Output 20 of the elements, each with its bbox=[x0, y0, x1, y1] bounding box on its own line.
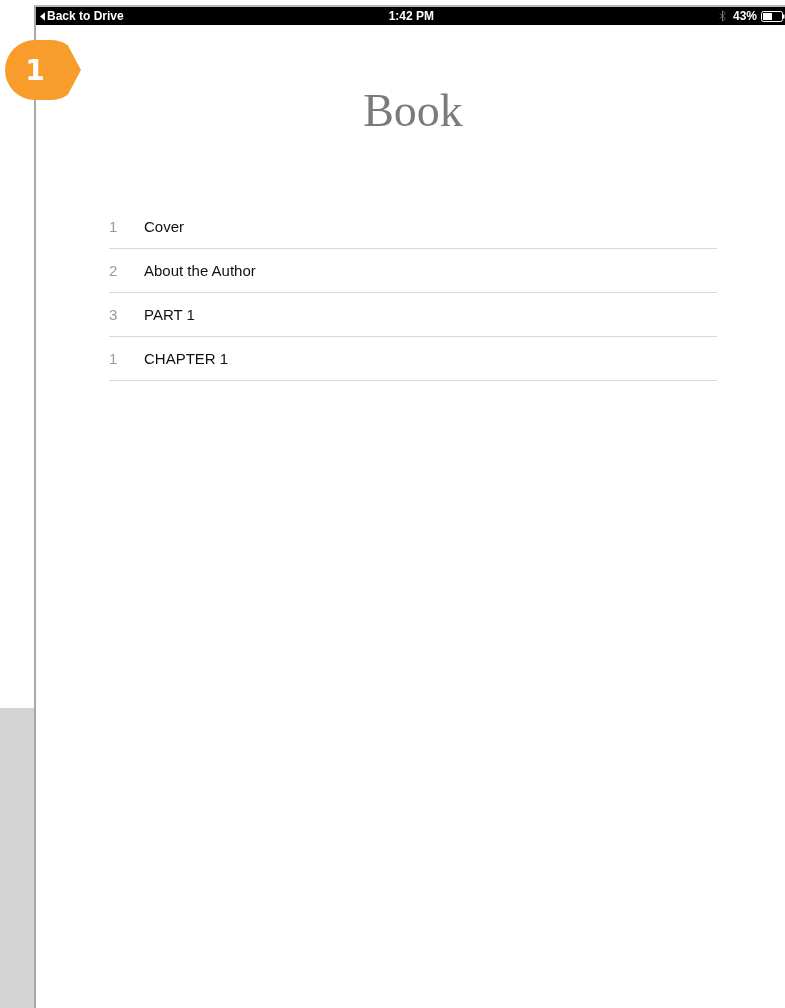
book-title: Book bbox=[362, 84, 464, 138]
toc-entry[interactable]: 1 CHAPTER 1 bbox=[109, 337, 717, 381]
page-number: 2 bbox=[109, 262, 119, 279]
battery-percent: 43% bbox=[732, 9, 757, 23]
page-number: 1 bbox=[109, 350, 119, 367]
toc-entry[interactable]: 3 PART 1 bbox=[109, 293, 717, 337]
step-callout: 1 bbox=[5, 40, 81, 100]
toc-entry[interactable]: 2 About the Author bbox=[109, 249, 717, 293]
entry-title: About the Author bbox=[144, 262, 256, 279]
status-time: 1:42 PM bbox=[388, 9, 434, 23]
page-number: 1 bbox=[109, 218, 119, 235]
bluetooth-icon bbox=[718, 10, 726, 22]
back-arrow-icon bbox=[40, 11, 45, 21]
entry-title: Cover bbox=[144, 218, 184, 235]
battery-icon bbox=[761, 10, 785, 22]
entry-title: CHAPTER 1 bbox=[144, 350, 229, 367]
back-link[interactable]: Back to Drive bbox=[40, 9, 124, 23]
toc-entry[interactable]: 1 Cover bbox=[109, 205, 717, 249]
entry-title: PART 1 bbox=[144, 306, 195, 323]
page-number: 3 bbox=[109, 306, 119, 323]
